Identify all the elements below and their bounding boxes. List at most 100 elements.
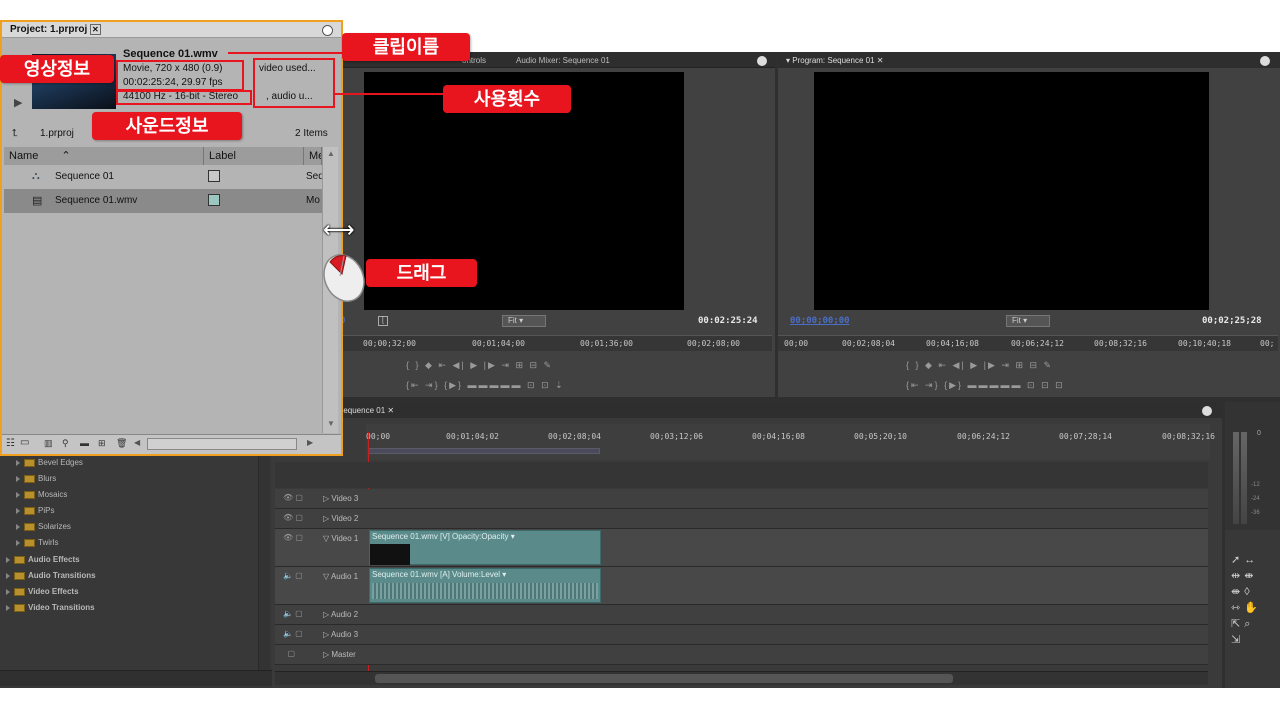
video-clip-label: Sequence 01.wmv [V] Opacity:Opacity ▾ xyxy=(372,532,515,541)
tab-project[interactable]: Project: 1.prproj ✕ xyxy=(10,24,101,35)
track-master[interactable]: ▢ ▷ Master xyxy=(275,645,1208,665)
panel-menu-icon[interactable] xyxy=(757,56,767,66)
expand-icon[interactable] xyxy=(6,604,10,611)
meter-label: -24 xyxy=(1251,496,1260,502)
tab-timeline-sequence[interactable]: Sequence 01 ✕ xyxy=(338,406,394,418)
track-label: ▷ Audio 2 xyxy=(323,610,359,619)
source-ruler[interactable]: 00;00;32;00 00;01;04;00 00;01;36;00 00;0… xyxy=(340,335,772,351)
close-icon[interactable]: ✕ xyxy=(90,24,101,35)
column-header-media[interactable]: Me xyxy=(304,147,322,165)
track-video-1[interactable]: 👁 ▢ ▽ Video 1 Sequence 01.wmv [V] Opacit… xyxy=(275,529,1208,567)
column-header-label[interactable]: Label xyxy=(204,147,304,165)
effect-folder-audio-transitions[interactable]: Audio Transitions xyxy=(6,571,96,580)
source-transport-controls[interactable]: { } ◆ ⇤ ◀| ▶ |▶ ⇥ ⊞ ⊟ ✎ {⇤ ⇥} {▶} ▬▬▬▬▬ … xyxy=(406,358,656,394)
track-toggle-icons[interactable]: ▢ xyxy=(283,649,311,659)
bin-up-icon[interactable]: ⮤ xyxy=(12,128,18,139)
transport-row-1[interactable]: { } ◆ ⇤ ◀| ▶ |▶ ⇥ ⊞ ⊟ ✎ xyxy=(406,360,553,371)
track-name: Audio 3 xyxy=(330,630,359,639)
track-video-2[interactable]: 👁 ▢ ▷ Video 2 xyxy=(275,509,1208,529)
scroll-thumb[interactable] xyxy=(375,674,953,683)
audio-clip[interactable]: Sequence 01.wmv [A] Volume:Level ▾ xyxy=(369,568,601,603)
tab-audio-mixer[interactable]: Audio Mixer: Sequence 01 xyxy=(516,56,610,68)
list-view-icon[interactable]: ☷ xyxy=(6,438,15,449)
track-audio-2[interactable]: 🔈 ▢ ▷ Audio 2 xyxy=(275,605,1208,625)
scroll-right-icon[interactable]: ▶ xyxy=(307,438,313,447)
expand-icon[interactable] xyxy=(16,491,20,498)
transport-row-2[interactable]: {⇤ ⇥} {▶} ▬▬▬▬▬ ⊡ ⊡ ⊡ xyxy=(906,380,1065,391)
delete-icon[interactable]: 🗑 xyxy=(116,438,127,449)
label-swatch[interactable] xyxy=(208,170,220,182)
track-toggle-icons[interactable]: 🔈 ▢ xyxy=(283,629,311,639)
track-video-3[interactable]: 👁 ▢ ▷ Video 3 xyxy=(275,489,1208,509)
effect-folder-bevel-edges[interactable]: Bevel Edges xyxy=(16,458,83,467)
list-item[interactable]: ⛬ Sequence 01 Seq xyxy=(4,165,324,189)
expand-icon[interactable] xyxy=(16,459,20,466)
track-toggle-icons[interactable]: 👁 ▢ xyxy=(283,513,311,523)
panel-menu-icon[interactable] xyxy=(322,25,333,36)
video-clip[interactable]: Sequence 01.wmv [V] Opacity:Opacity ▾ xyxy=(369,530,601,565)
zoom-icon[interactable]: [ xyxy=(378,316,388,326)
expand-icon[interactable] xyxy=(6,588,10,595)
play-preview-icon[interactable]: ▶ xyxy=(14,96,22,109)
tool-icons[interactable]: ➚↔ ⇹⇼ ⇼◊ ⇿✋ ⇱⌕ ⇲ xyxy=(1231,552,1275,648)
effect-folder-twirls[interactable]: Twirls xyxy=(16,538,58,547)
effect-folder-blurs[interactable]: Blurs xyxy=(16,474,56,483)
transport-row-1[interactable]: { } ◆ ⇤ ◀| ▶ |▶ ⇥ ⊞ ⊟ ✎ xyxy=(906,360,1053,371)
new-bin-icon[interactable]: ▬ xyxy=(80,438,89,448)
program-timecode[interactable]: 00;00;00;00 xyxy=(790,316,850,326)
scroll-left-icon[interactable]: ◀ xyxy=(134,438,140,447)
column-label: Label xyxy=(209,150,236,162)
folder-icon xyxy=(24,490,35,499)
label-swatch[interactable] xyxy=(208,194,220,206)
meter-bar-left xyxy=(1233,432,1239,524)
track-toggle-icons[interactable]: 👁 ▢ xyxy=(283,533,311,543)
work-area-bar[interactable] xyxy=(368,448,600,454)
timeline-ruler[interactable]: 00;00 00;01;04;02 00;02;08;04 00;03;12;0… xyxy=(366,424,1215,460)
effect-folder-video-transitions[interactable]: Video Transitions xyxy=(6,603,95,612)
effect-folder-solarizes[interactable]: Solarizes xyxy=(16,522,71,531)
automate-icon[interactable]: ▥ xyxy=(44,438,53,449)
scroll-down-icon[interactable]: ▼ xyxy=(327,419,335,428)
ruler-tick-label: 00; xyxy=(1260,339,1275,348)
callout-line-usage xyxy=(335,93,443,95)
effect-folder-audio-effects[interactable]: Audio Effects xyxy=(6,555,80,564)
track-toggle-icons[interactable]: 🔈 ▢ xyxy=(283,609,311,619)
track-toggle-icons[interactable]: 👁 ▢ xyxy=(283,493,311,503)
list-item[interactable]: ▤ Sequence 01.wmv Mo xyxy=(4,189,322,213)
new-item-icon[interactable]: ⊞ xyxy=(98,438,106,449)
effect-folder-mosaics[interactable]: Mosaics xyxy=(16,490,67,499)
effect-folder-video-effects[interactable]: Video Effects xyxy=(6,587,79,596)
find-icon[interactable]: ⚲ xyxy=(62,438,69,449)
effect-folder-pips[interactable]: PiPs xyxy=(16,506,54,515)
ruler-tick-label: 00;00;32;00 xyxy=(363,339,416,348)
track-audio-1[interactable]: 🔈 ▢ ▽ Audio 1 Sequence 01.wmv [A] Volume… xyxy=(275,567,1208,605)
track-name: Video 2 xyxy=(331,514,359,523)
folder-icon xyxy=(14,603,25,612)
scroll-up-icon[interactable]: ▲ xyxy=(327,149,335,158)
expand-icon[interactable] xyxy=(16,475,20,482)
track-toggle-icons[interactable]: 🔈 ▢ xyxy=(283,571,311,581)
icon-view-icon[interactable]: ▭ xyxy=(20,437,29,448)
timeline-scrollbar[interactable] xyxy=(275,671,1208,685)
folder-icon xyxy=(14,555,25,564)
transport-row-2[interactable]: {⇤ ⇥} {▶} ▬▬▬▬▬ ⊡ ⊡ ⇣ xyxy=(406,380,565,391)
program-ruler[interactable]: 00;00 00;02;08;04 00;04;16;08 00;06;24;1… xyxy=(778,335,1278,351)
track-audio-3[interactable]: 🔈 ▢ ▷ Audio 3 xyxy=(275,625,1208,645)
expand-icon[interactable] xyxy=(6,572,10,579)
panel-menu-icon[interactable] xyxy=(1260,56,1270,66)
expand-icon[interactable] xyxy=(16,523,20,530)
folder-label: Blurs xyxy=(38,474,57,483)
effects-scrollbar[interactable] xyxy=(258,456,270,670)
horizontal-scroll-thumb[interactable] xyxy=(147,438,297,450)
tab-program-monitor[interactable]: ▾ Program: Sequence 01 ✕ xyxy=(786,56,883,68)
source-fit-dropdown[interactable]: Fit ▾ xyxy=(502,315,546,327)
ruler-tick-label: 00;03;12;06 xyxy=(650,432,703,441)
column-header-name[interactable]: Name ⌃ xyxy=(4,147,204,165)
expand-icon[interactable] xyxy=(6,556,10,563)
expand-icon[interactable] xyxy=(16,507,20,514)
program-fit-dropdown[interactable]: Fit ▾ xyxy=(1006,315,1050,327)
panel-menu-icon[interactable] xyxy=(1202,406,1212,416)
expand-icon[interactable] xyxy=(16,539,20,546)
program-transport-controls[interactable]: { } ◆ ⇤ ◀| ▶ |▶ ⇥ ⊞ ⊟ ✎ {⇤ ⇥} {▶} ▬▬▬▬▬ … xyxy=(906,358,1156,394)
folder-icon xyxy=(14,587,25,596)
